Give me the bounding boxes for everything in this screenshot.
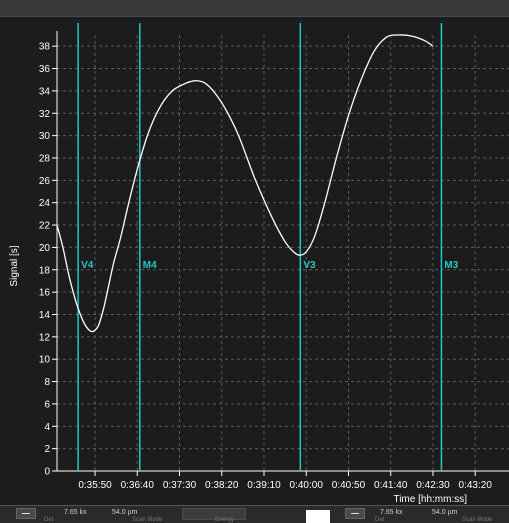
x-tick-label: 0:40:00 (290, 480, 324, 491)
y-tick-label: 12 (39, 332, 51, 343)
x-tick-label: 0:41:40 (374, 480, 408, 491)
y-tick-label: 14 (39, 310, 51, 321)
y-tick-label: 22 (39, 221, 51, 232)
y-tick-label: 0 (44, 467, 50, 478)
minus-button[interactable] (16, 508, 36, 519)
y-tick-label: 30 (39, 131, 51, 142)
signal-chart: 024681012141618202224262830323436380:35:… (9, 23, 509, 505)
right-pixel-size: 54.0 µm (432, 509, 458, 516)
x-tick-label: 0:35:50 (78, 480, 112, 491)
left-magnification: 7.65 kx (64, 509, 87, 516)
left-pixel-size: 54.0 µm (112, 509, 138, 516)
chart-panel: 0 2 4 6 8 10 12 14 16 18 20 22 24 26 28 30 32 34 36 38 0:35:… (0, 16, 509, 506)
y-tick-label: 20 (39, 243, 51, 254)
y-tick-label: 38 (39, 42, 51, 53)
white-square (306, 510, 330, 523)
minus-button-2[interactable] (345, 508, 365, 519)
x-tick-label: 0:36:40 (121, 480, 155, 491)
y-tick-label: 18 (39, 265, 51, 276)
y-tick-label: 10 (39, 355, 51, 366)
x-axis-label: Time [hh:mm:ss] (393, 494, 467, 505)
x-tick-label: 0:37:30 (163, 480, 197, 491)
y-tick-label: 34 (39, 86, 51, 97)
x-tick-label: 0:43:20 (459, 480, 493, 491)
series-layer (56, 34, 434, 333)
marker-label: M3 (444, 260, 458, 271)
x-tick-label: 0:40:50 (332, 480, 366, 491)
y-tick-label: 2 (44, 444, 50, 455)
y-tick-label: 8 (44, 377, 50, 388)
y-tick-label: 4 (44, 422, 50, 433)
y-tick-label: 16 (39, 288, 51, 299)
marker-label: V4 (81, 260, 94, 271)
status-bar: 7.65 kx 54.0 µm Det Scan Mode Energy 7.6… (0, 505, 509, 523)
right-sub-scanmode: Scan Mode (462, 517, 493, 523)
y-tick-label: 32 (39, 109, 51, 120)
y-tick-label: 26 (39, 176, 51, 187)
right-sub-det: Det (375, 517, 385, 523)
x-tick-label: 0:38:20 (205, 480, 239, 491)
left-sub-energy: Energy (215, 517, 235, 523)
right-magnification: 7.65 kx (380, 509, 403, 516)
left-sub-scanmode: Scan Mode (132, 517, 163, 523)
marker-label: M4 (143, 260, 157, 271)
axis-layer: 024681012141618202224262830323436380:35:… (39, 31, 509, 491)
left-field-box[interactable] (182, 508, 246, 520)
y-tick-label: 36 (39, 64, 51, 75)
x-tick-label: 0:39:10 (247, 480, 281, 491)
x-tick-label: 0:42:30 (416, 480, 450, 491)
y-tick-label: 24 (39, 198, 51, 209)
y-tick-label: 28 (39, 153, 51, 164)
y-axis-label: Signal [s] (9, 245, 20, 286)
y-tick-label: 6 (44, 399, 50, 410)
window-top-strip (0, 0, 509, 17)
marker-label: V3 (303, 260, 316, 271)
signal-series-line (56, 34, 434, 333)
left-sub-det: Det (44, 517, 54, 523)
